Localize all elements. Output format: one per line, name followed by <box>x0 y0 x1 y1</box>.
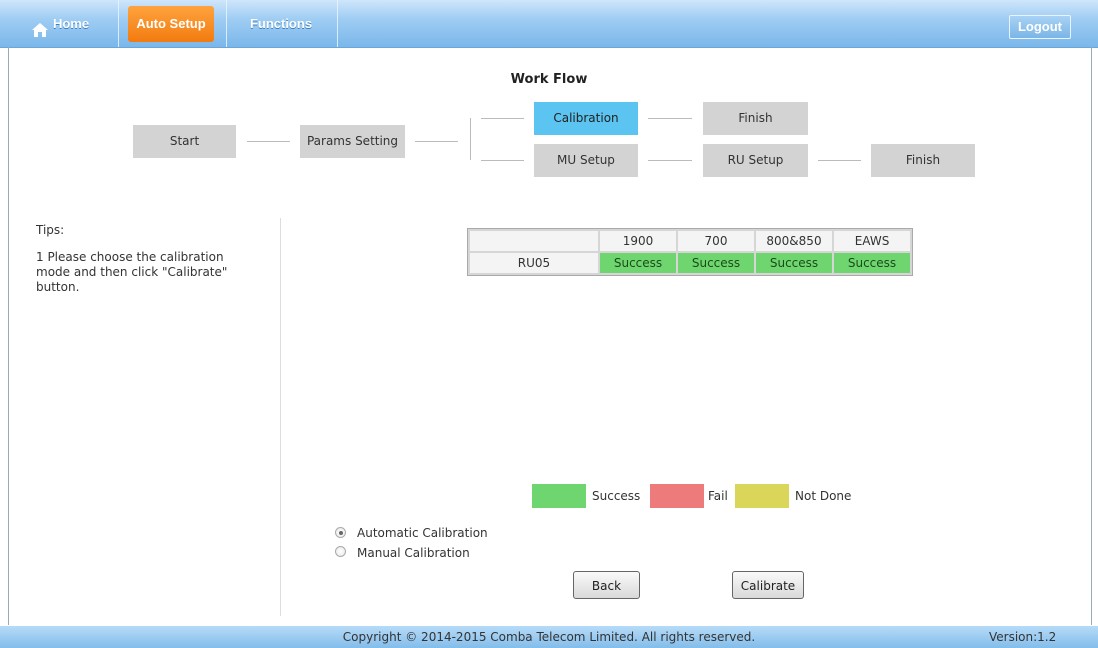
legend-not-done-swatch <box>735 484 789 508</box>
nav-separator <box>118 0 119 47</box>
legend-fail-swatch <box>650 484 704 508</box>
copyright-text: Copyright © 2014-2015 Comba Telecom Limi… <box>342 630 756 644</box>
nav-auto-setup-button[interactable]: Auto Setup <box>128 6 214 42</box>
workflow-step-params-setting: Params Setting <box>300 125 405 158</box>
table-header-cell: 700 <box>678 231 754 251</box>
table-header-cell: 800&850 <box>756 231 832 251</box>
workflow-step-start: Start <box>133 125 236 158</box>
workflow-connector <box>247 141 290 142</box>
legend-fail-label: Fail <box>708 489 728 503</box>
nav-separator <box>226 0 227 47</box>
nav-separator <box>337 0 338 47</box>
workflow-connector <box>415 141 458 142</box>
back-button[interactable]: Back <box>573 571 640 599</box>
table-header-cell <box>470 231 598 251</box>
status-cell: Success <box>756 253 832 273</box>
workflow-step-finish-top: Finish <box>703 102 808 135</box>
table-header-cell: EAWS <box>834 231 910 251</box>
manual-calibration-label[interactable]: Manual Calibration <box>357 546 470 560</box>
status-cell: Success <box>678 253 754 273</box>
manual-calibration-radio[interactable] <box>335 546 346 557</box>
nav-functions-button[interactable]: Functions <box>236 6 326 42</box>
logout-button[interactable]: Logout <box>1009 15 1071 39</box>
workflow-title: Work Flow <box>510 72 588 87</box>
status-cell: Success <box>600 253 676 273</box>
workflow-step-mu-setup: MU Setup <box>534 144 638 177</box>
workflow-branch-line <box>470 118 471 160</box>
workflow-connector <box>818 160 861 161</box>
table-row-header: RU05 <box>470 253 598 273</box>
panel-divider <box>280 218 281 616</box>
automatic-calibration-radio[interactable] <box>335 527 346 538</box>
workflow-connector <box>648 160 692 161</box>
automatic-calibration-label[interactable]: Automatic Calibration <box>357 526 488 540</box>
legend-success-label: Success <box>592 489 641 503</box>
nav-home-button[interactable]: Home <box>10 6 110 42</box>
tips-title: Tips: <box>36 223 65 237</box>
nav-home-label: Home <box>52 16 90 31</box>
table-header-cell: 1900 <box>600 231 676 251</box>
workflow-step-finish-bottom: Finish <box>871 144 975 177</box>
table-row: RU05 Success Success Success Success <box>470 253 910 273</box>
version-text: Version:1.2 <box>989 630 1057 644</box>
workflow-connector <box>648 118 692 119</box>
tips-text: 1 Please choose the calibration mode and… <box>36 250 228 294</box>
workflow-step-ru-setup: RU Setup <box>703 144 808 177</box>
home-icon <box>31 16 49 37</box>
workflow-connector <box>481 118 524 119</box>
table-header-row: 1900 700 800&850 EAWS <box>470 231 910 251</box>
workflow-step-calibration: Calibration <box>534 102 638 135</box>
status-cell: Success <box>834 253 910 273</box>
workflow-connector <box>481 160 524 161</box>
calibrate-button[interactable]: Calibrate <box>732 571 804 599</box>
legend-success-swatch <box>532 484 586 508</box>
calibration-results-table: 1900 700 800&850 EAWS RU05 Success Succe… <box>467 228 913 276</box>
legend-not-done-label: Not Done <box>795 489 852 503</box>
